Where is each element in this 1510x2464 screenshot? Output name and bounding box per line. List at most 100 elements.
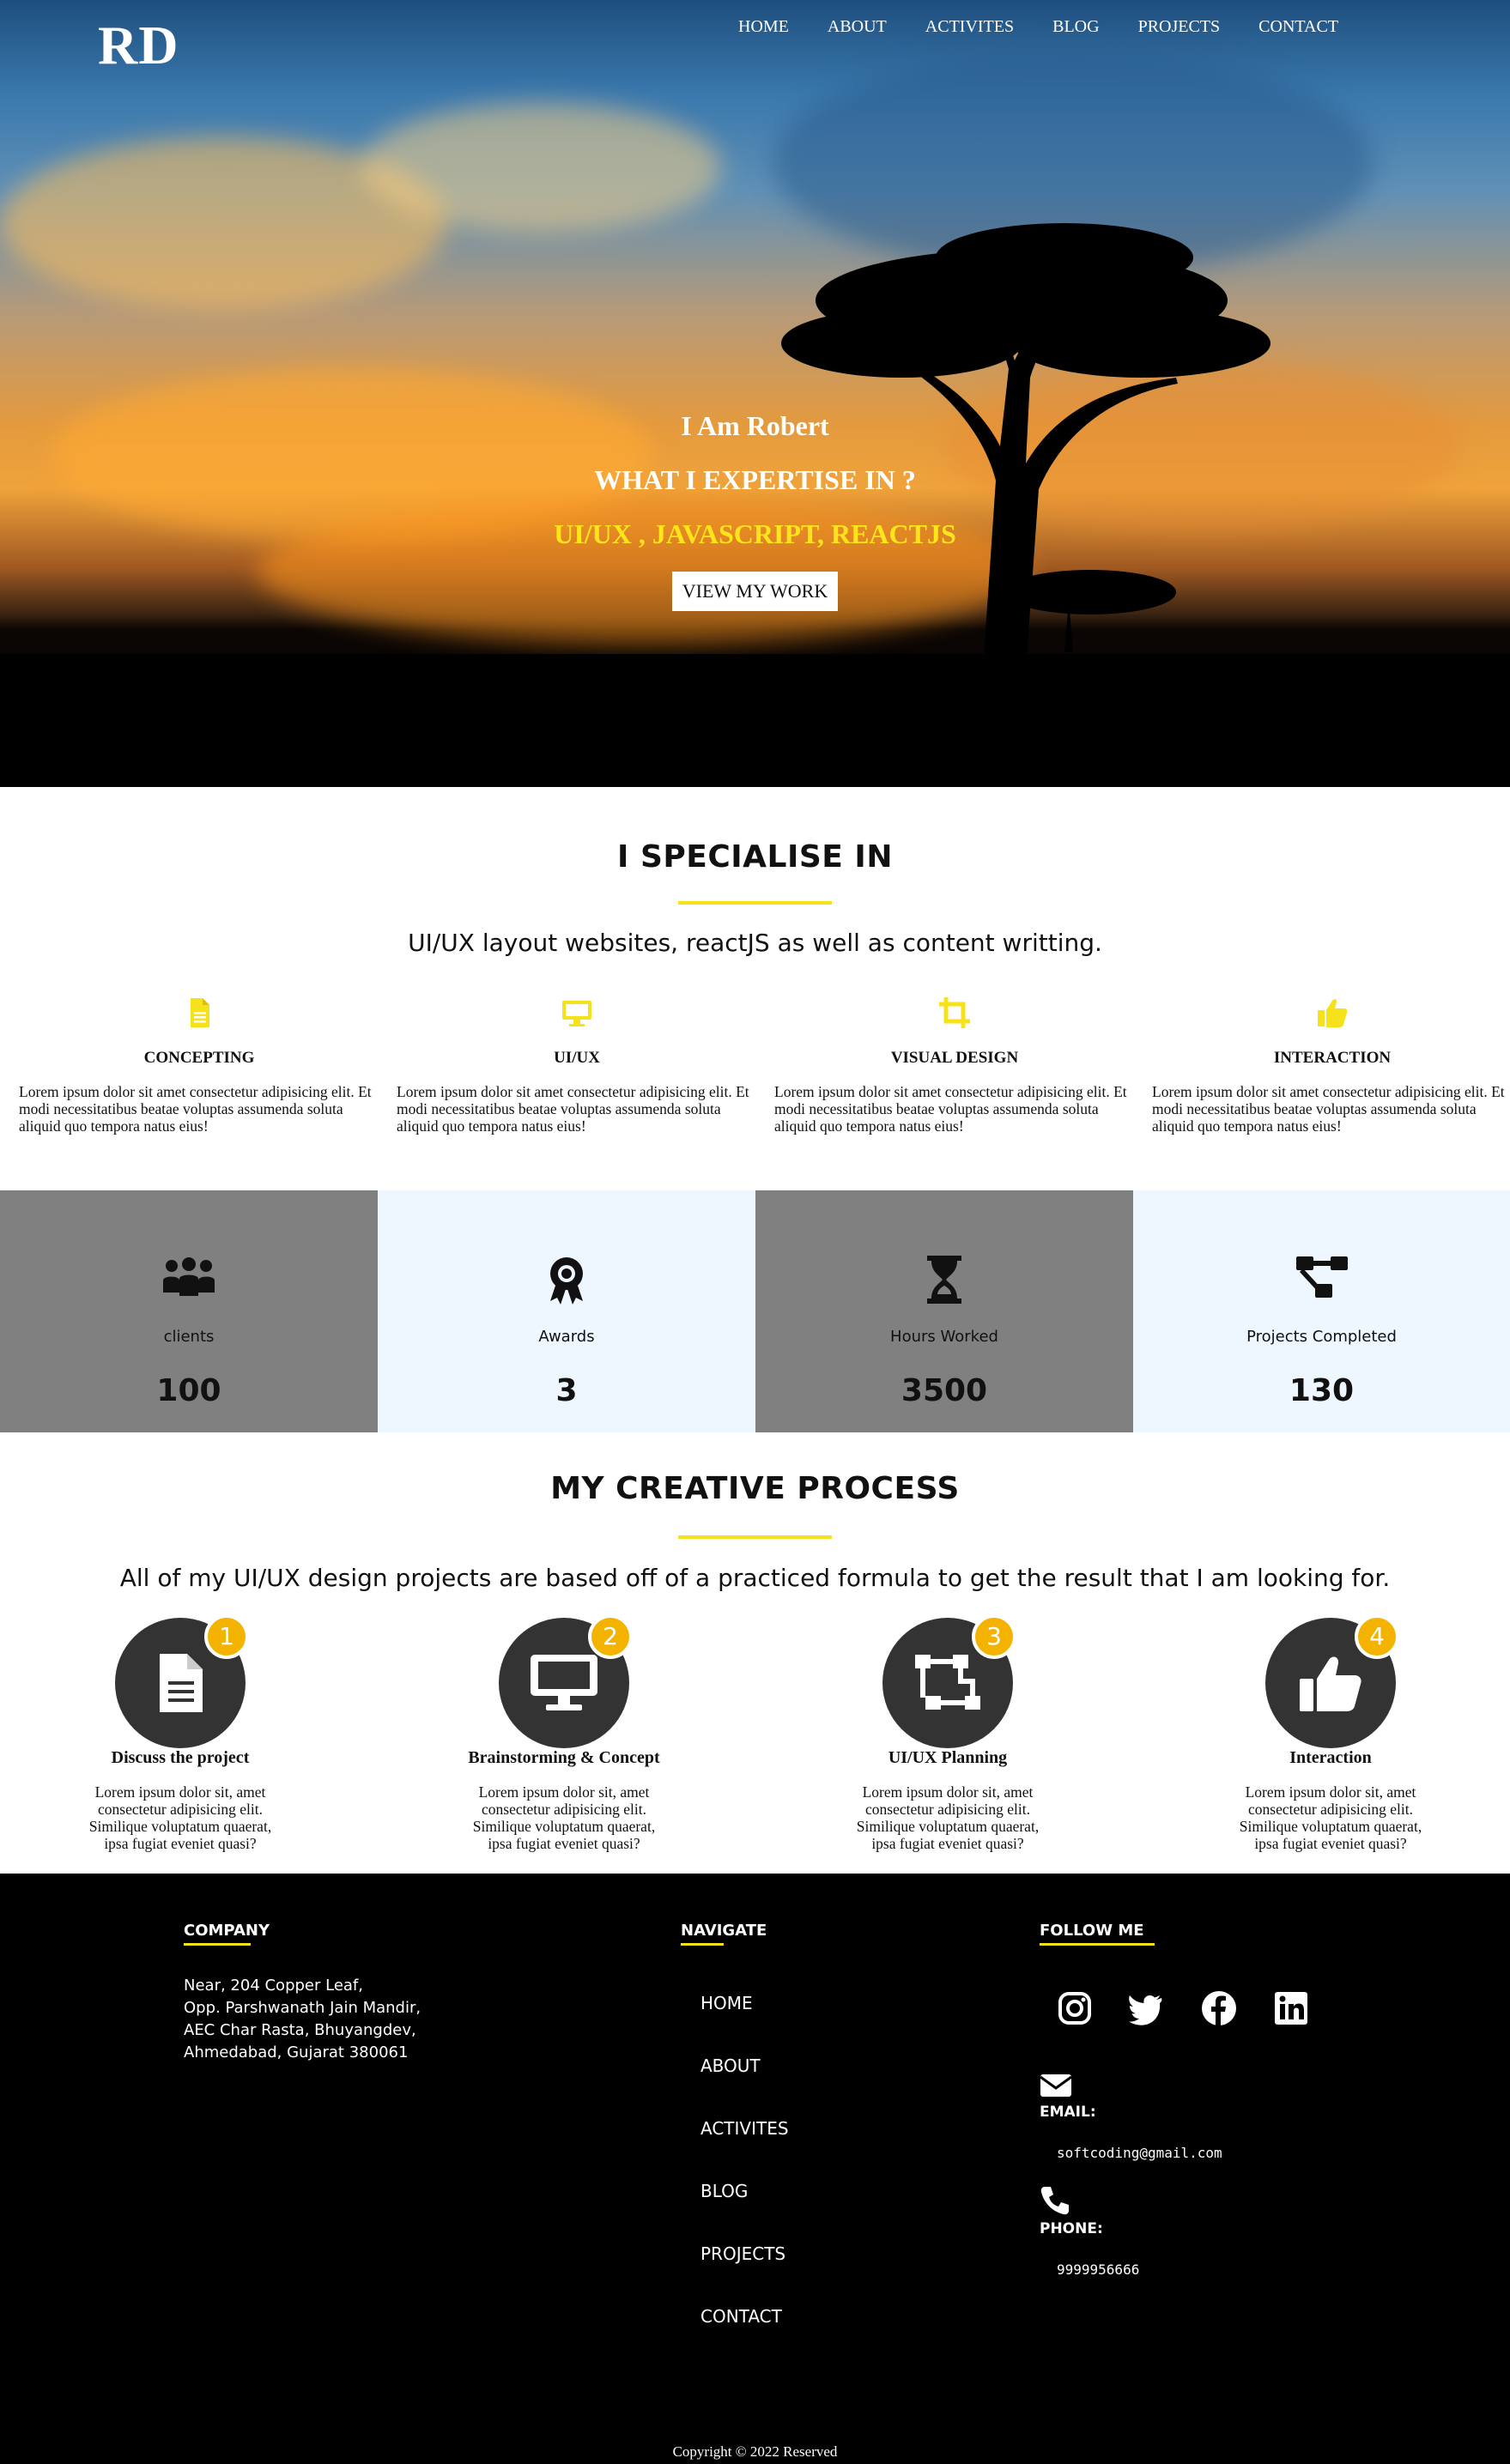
desktop-icon <box>562 1001 591 1026</box>
stat-clients: clients 100 <box>0 1190 378 1432</box>
vector-square-icon <box>915 1655 980 1710</box>
logo[interactable]: RD <box>98 14 179 77</box>
process-step-title: Interaction <box>1289 1748 1372 1767</box>
instagram-icon[interactable] <box>1056 1989 1094 2027</box>
step-number-badge: 2 <box>588 1614 633 1659</box>
process-title: MY CREATIVE PROCESS <box>550 1471 960 1506</box>
view-my-work-button[interactable]: VIEW MY WORK <box>671 572 839 611</box>
step-number-badge: 4 <box>1355 1614 1399 1659</box>
process-step-title: Discuss the project <box>111 1748 250 1767</box>
hourglass-icon <box>927 1256 961 1304</box>
phone-value[interactable]: 9999956666 <box>1057 2261 1139 2278</box>
footer-link-activites[interactable]: ACTIVITES <box>700 2118 789 2139</box>
footer-navigate-heading: NAVIGATE <box>681 1922 767 1940</box>
footer-link-home[interactable]: HOME <box>700 1993 753 2013</box>
stat-awards: Awards 3 <box>378 1190 755 1432</box>
specialise-card-text: Lorem ipsum dolor sit amet consectetur a… <box>19 1083 372 1135</box>
footer-company-heading: COMPANY <box>184 1922 270 1940</box>
award-icon <box>550 1257 583 1305</box>
process-subtitle: All of my UI/UX design projects are base… <box>119 1564 1391 1592</box>
nav-blog[interactable]: BLOG <box>1052 17 1099 37</box>
crop-icon <box>939 997 970 1028</box>
process-step-text: Lorem ipsum dolor sit, amet consectetur … <box>88 1783 272 1852</box>
users-icon <box>163 1257 215 1296</box>
facebook-icon[interactable] <box>1200 1989 1238 2027</box>
process-step-circle: 3 <box>882 1614 1016 1748</box>
email-value[interactable]: softcoding@gmail.com <box>1057 2145 1222 2161</box>
address-line: Ahmedabad, Gujarat 380061 <box>184 2043 409 2061</box>
specialise-card-text: Lorem ipsum dolor sit amet consectetur a… <box>397 1083 749 1135</box>
process-step-circle: 4 <box>1265 1614 1399 1748</box>
footer: COMPANY Near, 204 Copper Leaf, Opp. Pars… <box>0 1874 1510 2464</box>
specialise-underline <box>678 901 832 905</box>
footer-address: Near, 204 Copper Leaf, Opp. Parshwanath … <box>184 1975 421 2064</box>
process-step-title: Brainstorming & Concept <box>468 1748 660 1767</box>
footer-company-underline <box>184 1943 251 1946</box>
nav-contact[interactable]: CONTACT <box>1258 17 1338 37</box>
specialise-card-title: INTERACTION <box>1273 1049 1392 1067</box>
nav-about[interactable]: ABOUT <box>828 17 887 37</box>
footer-follow-underline <box>1040 1943 1155 1946</box>
stat-label: Hours Worked <box>890 1328 998 1346</box>
address-line: Near, 204 Copper Leaf, <box>184 1977 363 1995</box>
address-line: AEC Char Rasta, Bhuyangdev, <box>184 2021 416 2039</box>
process-step-4: 4 Interaction Lorem ipsum dolor sit, ame… <box>1202 1614 1459 1852</box>
stat-label: Awards <box>538 1328 595 1346</box>
process-step-circle: 1 <box>115 1614 249 1748</box>
specialise-card-concepting: CONCEPTING Lorem ipsum dolor sit amet co… <box>19 996 379 1135</box>
top-nav: HOME ABOUT ACTIVITES BLOG PROJECTS CONTA… <box>738 17 1377 37</box>
stat-value: 3500 <box>901 1373 988 1408</box>
hero-section: RD HOME ABOUT ACTIVITES BLOG PROJECTS CO… <box>0 0 1510 787</box>
thumbs-up-icon <box>1318 999 1348 1027</box>
project-diagram-icon <box>1295 1256 1348 1298</box>
file-icon <box>160 1654 203 1712</box>
specialise-card-title: VISUAL DESIGN <box>890 1049 1019 1067</box>
linkedin-icon[interactable] <box>1272 1989 1310 2027</box>
process-step-2: 2 Brainstorming & Concept Lorem ipsum do… <box>435 1614 693 1852</box>
process-underline <box>678 1535 832 1539</box>
process-step-1: 1 Discuss the project Lorem ipsum dolor … <box>52 1614 309 1852</box>
stat-label: clients <box>163 1328 215 1346</box>
process-step-text: Lorem ipsum dolor sit, amet consectetur … <box>472 1783 656 1852</box>
footer-link-blog[interactable]: BLOG <box>700 2181 748 2201</box>
phone-icon <box>1040 2187 1069 2215</box>
specialise-card-interaction: INTERACTION Lorem ipsum dolor sit amet c… <box>1152 996 1510 1135</box>
specialise-card-uiux: UI/UX Lorem ipsum dolor sit amet consect… <box>397 996 757 1135</box>
stat-label: Projects Completed <box>1246 1328 1397 1346</box>
specialise-subtitle: UI/UX layout websites, reactJS as well a… <box>408 929 1102 957</box>
thumbs-up-icon <box>1300 1656 1361 1711</box>
file-icon <box>191 998 209 1027</box>
specialise-card-text: Lorem ipsum dolor sit amet consectetur a… <box>774 1083 1127 1135</box>
footer-follow-heading: FOLLOW ME <box>1040 1922 1144 1940</box>
hero-skills: UI/UX , JAVASCRIPT, REACTJS <box>554 518 956 549</box>
step-number-badge: 1 <box>204 1614 249 1659</box>
nav-activites[interactable]: ACTIVITES <box>925 17 1014 37</box>
specialise-title: I SPECIALISE IN <box>617 839 893 875</box>
twitter-icon[interactable] <box>1127 1989 1165 2027</box>
stat-value: 130 <box>1289 1373 1355 1408</box>
envelope-icon <box>1040 2074 1072 2097</box>
footer-link-contact[interactable]: CONTACT <box>700 2306 782 2327</box>
hero-name: I Am Robert <box>681 410 829 441</box>
process-step-3: 3 UI/UX Planning Lorem ipsum dolor sit, … <box>819 1614 1076 1852</box>
process-step-text: Lorem ipsum dolor sit, amet consectetur … <box>856 1783 1040 1852</box>
process-step-title: UI/UX Planning <box>888 1748 1008 1767</box>
footer-link-about[interactable]: ABOUT <box>700 2055 761 2076</box>
desktop-icon <box>531 1655 597 1710</box>
specialise-card-title: CONCEPTING <box>143 1049 255 1067</box>
nav-home[interactable]: HOME <box>738 17 789 37</box>
step-number-badge: 3 <box>972 1614 1016 1659</box>
email-label: EMAIL: <box>1040 2104 1096 2121</box>
footer-navigate-underline <box>681 1943 724 1946</box>
hero-question: WHAT I EXPERTISE IN ? <box>594 464 916 495</box>
phone-label: PHONE: <box>1040 2220 1103 2237</box>
nav-projects[interactable]: PROJECTS <box>1138 17 1221 37</box>
specialise-card-visual-design: VISUAL DESIGN Lorem ipsum dolor sit amet… <box>774 996 1135 1135</box>
stat-value: 100 <box>156 1373 221 1408</box>
process-step-text: Lorem ipsum dolor sit, amet consectetur … <box>1239 1783 1422 1852</box>
footer-link-projects[interactable]: PROJECTS <box>700 2243 785 2264</box>
address-line: Opp. Parshwanath Jain Mandir, <box>184 1999 421 2017</box>
process-step-circle: 2 <box>499 1614 633 1748</box>
stat-value: 3 <box>555 1373 578 1408</box>
stat-projects-completed: Projects Completed 130 <box>1133 1190 1510 1432</box>
